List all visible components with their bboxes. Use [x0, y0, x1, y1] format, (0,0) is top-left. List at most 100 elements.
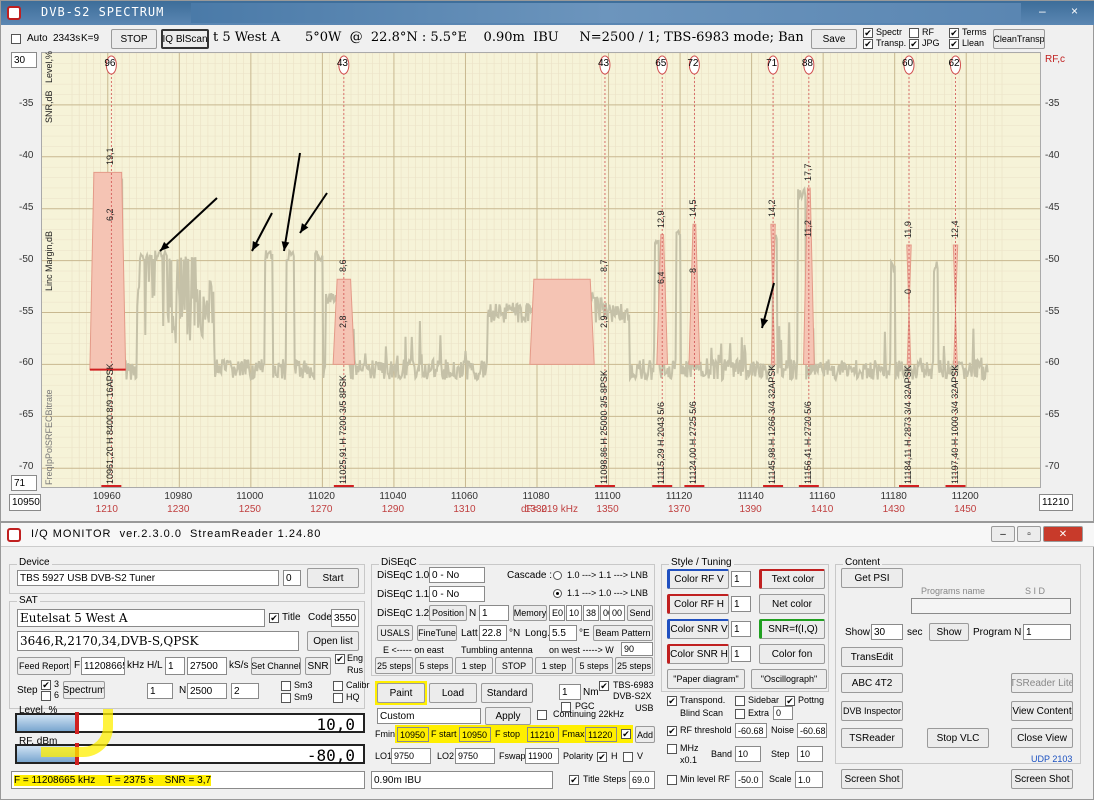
send-button[interactable]: Send — [627, 605, 653, 621]
screen-shot-button-1[interactable]: Screen Shot — [841, 769, 903, 789]
load-button[interactable]: Load — [429, 683, 477, 703]
west-5-steps[interactable]: 5 steps — [575, 657, 613, 674]
polarity-v-checkbox[interactable] — [623, 752, 633, 762]
cmd-byte-5[interactable]: 00 — [609, 605, 625, 621]
position-button[interactable]: Position — [429, 605, 467, 621]
step-tuning-field[interactable]: 10 — [797, 746, 823, 762]
color-fon-button[interactable]: Color fon — [759, 644, 825, 664]
spectrum-button[interactable]: Spectrum — [63, 681, 105, 699]
programs-select[interactable] — [911, 598, 1071, 614]
level-top-field[interactable]: 30 — [11, 52, 37, 68]
rf-threshold-checkbox[interactable]: ✔ — [667, 726, 677, 736]
color-snr-v-spin[interactable]: 1 — [731, 621, 751, 637]
iq-maximize-button[interactable]: ▫ — [1017, 526, 1041, 542]
lo2-field[interactable]: 9750 — [455, 748, 495, 764]
color-rf-v-spin[interactable]: 1 — [731, 571, 751, 587]
hq-checkbox[interactable] — [333, 693, 343, 703]
hl-select[interactable]: 1 — [165, 657, 185, 675]
east-1-step[interactable]: 1 step — [455, 657, 493, 674]
add-button[interactable]: Add — [635, 726, 655, 743]
dvb-inspector-button[interactable]: DVB Inspector — [841, 701, 903, 721]
step-6-checkbox[interactable] — [41, 691, 51, 701]
scale-field[interactable]: 1.0 — [795, 771, 823, 788]
open-list-button[interactable]: Open list — [307, 631, 359, 651]
min-level-field[interactable]: -50.0 — [735, 771, 763, 788]
code-field[interactable]: 3550 — [331, 609, 359, 627]
fmax-field[interactable]: 11220 — [585, 727, 617, 742]
tsreader-lite-button[interactable]: TSReader Lite — [1011, 673, 1073, 693]
text-color-button[interactable]: Text color — [759, 569, 825, 589]
lo1-field[interactable]: 9750 — [391, 748, 431, 764]
auto-checkbox[interactable] — [11, 34, 21, 44]
title-checkbox[interactable]: ✔ — [269, 613, 279, 623]
transponder-select[interactable]: 3646,R,2170,34,DVB-S,QPSK — [17, 631, 299, 651]
tsreader-button[interactable]: TSReader — [841, 728, 903, 748]
stop-vlc-button[interactable]: Stop VLC — [927, 728, 989, 748]
jpg-checkbox[interactable]: ✔ — [909, 39, 919, 49]
cmd-byte-1[interactable]: E0 — [549, 605, 565, 621]
mhz-checkbox[interactable] — [667, 744, 677, 754]
diseqc10-select[interactable]: 0 - No — [429, 567, 485, 583]
apply-button[interactable]: Apply — [485, 707, 531, 725]
latt-field[interactable]: 22.8 — [479, 625, 507, 641]
set-channel-button[interactable]: Set Channel — [251, 657, 301, 675]
screen-shot-button-2[interactable]: Screen Shot — [1011, 769, 1073, 789]
sr-field[interactable]: 27500 — [187, 657, 227, 675]
device-index[interactable]: 0 — [283, 570, 301, 586]
feed-report-button[interactable]: Feed Report — [17, 657, 71, 675]
oscillograph-button[interactable]: "Oscillograph" — [751, 669, 827, 689]
color-rf-h-button[interactable]: Color RF H — [667, 594, 729, 614]
band-field[interactable]: 10 — [735, 746, 761, 762]
extra-checkbox[interactable] — [735, 709, 745, 719]
iq-minimize-button[interactable]: – — [991, 526, 1015, 542]
polarity-h-checkbox[interactable]: ✔ — [597, 752, 607, 762]
fstop-field[interactable]: 11210 — [527, 727, 559, 742]
long-field[interactable]: 5.5 — [549, 625, 577, 641]
position-field[interactable]: 1 — [479, 605, 509, 621]
fstart-field[interactable]: 10950 — [459, 727, 491, 742]
eng-checkbox[interactable]: ✔ — [335, 654, 345, 664]
close-icon[interactable]: × — [1071, 4, 1085, 18]
fswap-field[interactable]: 11900 — [525, 748, 559, 764]
east-25-steps[interactable]: 25 steps — [375, 657, 413, 674]
step-3-checkbox[interactable]: ✔ — [41, 680, 51, 690]
transedit-button[interactable]: TransEdit — [841, 647, 903, 667]
get-psi-button[interactable]: Get PSI — [841, 568, 903, 588]
footer-field[interactable]: 0.90m IBU — [371, 771, 553, 789]
snr-button[interactable]: SNR — [305, 657, 331, 675]
clean-transp-button[interactable]: CleanTransp — [993, 29, 1045, 49]
view-content-button[interactable]: View Content — [1011, 701, 1073, 721]
min-level-checkbox[interactable] — [667, 775, 677, 785]
close-view-button[interactable]: Close View — [1011, 728, 1073, 748]
color-rf-h-spin[interactable]: 1 — [731, 596, 751, 612]
fmin-field[interactable]: 10950 — [397, 727, 429, 742]
iq-close-button[interactable]: ✕ — [1043, 526, 1083, 542]
cmd-byte-2[interactable]: 10 — [566, 605, 582, 621]
color-snr-h-button[interactable]: Color SNR H — [667, 644, 729, 664]
paper-diagram-button[interactable]: "Paper diagram" — [667, 669, 745, 689]
standard-button[interactable]: Standard — [481, 683, 533, 703]
paint-button[interactable]: Paint — [377, 683, 425, 703]
llean-checkbox[interactable]: ✔ — [949, 39, 959, 49]
sm3-checkbox[interactable] — [281, 681, 291, 691]
west-field[interactable]: 90 — [621, 642, 653, 656]
start-button[interactable]: Start — [307, 568, 359, 588]
k2-field[interactable]: 2 — [231, 683, 259, 699]
sat-name-field[interactable]: Eutelsat 5 West A — [17, 609, 265, 627]
n-field[interactable]: 2500 — [187, 683, 227, 699]
show-button[interactable]: Show — [929, 623, 969, 641]
freq-end-field[interactable]: 11210 — [1039, 494, 1073, 511]
rf-checkbox[interactable] — [909, 28, 919, 38]
fmax-checkbox[interactable]: ✔ — [621, 729, 631, 739]
net-color-button[interactable]: Net color — [759, 594, 825, 614]
diseqc11-select[interactable]: 0 - No — [429, 586, 485, 602]
rf-threshold-field[interactable]: -60.68 — [735, 723, 767, 738]
freq-start-field[interactable]: 10950 — [9, 494, 41, 511]
east-5-steps[interactable]: 5 steps — [415, 657, 453, 674]
color-snr-v-button[interactable]: Color SNR V — [667, 619, 729, 639]
usals-button[interactable]: USALS — [377, 625, 413, 641]
cmd-byte-3[interactable]: 38 — [583, 605, 599, 621]
freq-field[interactable]: 11208665 — [81, 657, 125, 675]
west-25-steps[interactable]: 25 steps — [615, 657, 653, 674]
cascade-radio-2[interactable] — [553, 589, 562, 598]
